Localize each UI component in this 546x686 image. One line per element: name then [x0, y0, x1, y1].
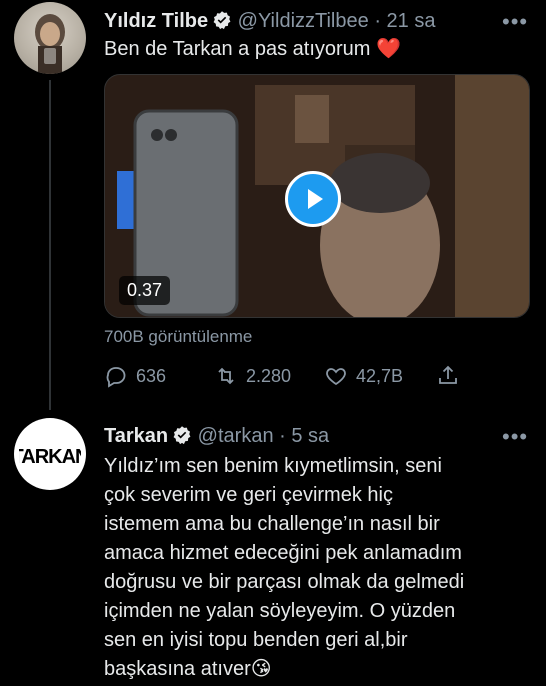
tweet-body: Ben de Tarkan a pas atıyorum — [104, 38, 371, 60]
video-duration: 0.37 — [119, 276, 171, 305]
retweet-button[interactable]: 2.280 — [214, 364, 291, 388]
avatar-tarkan[interactable]: TARKAN — [14, 418, 86, 490]
retweet-icon — [218, 367, 234, 385]
tweet-line: çok severim ve geri çevirmek hiç — [104, 484, 393, 506]
reply-button[interactable]: 636 — [104, 364, 166, 388]
share-button[interactable] — [436, 364, 460, 388]
verified-badge-icon — [213, 11, 231, 30]
heart-icon — [326, 368, 346, 386]
tweet-line: istemem ama bu challenge’ın nasıl bir — [104, 513, 440, 535]
tweet-line: doğrusu ve bir parçası olmak da gelmedi — [104, 571, 465, 593]
tweet1-header: Yıldız Tilbe @YildizzTilbee · 21 sa — [104, 9, 435, 33]
heart-emoji: ❤️ — [376, 38, 401, 60]
kiss-emoji: 😘 — [250, 658, 272, 680]
author-name[interactable]: Yıldız Tilbe — [104, 10, 208, 32]
more-options-icon[interactable]: ••• — [502, 424, 528, 450]
timestamp[interactable]: 5 sa — [291, 425, 329, 447]
more-options-icon[interactable]: ••• — [502, 9, 528, 35]
author-handle[interactable]: @tarkan — [198, 425, 274, 447]
separator-dot: · — [279, 425, 286, 447]
view-count: 700B görüntülenme — [104, 327, 253, 346]
tarkan-logo: TARKAN — [19, 446, 81, 468]
video-player[interactable]: 0.37 — [104, 74, 530, 318]
timestamp[interactable]: 21 sa — [387, 10, 436, 32]
like-button[interactable]: 42,7B — [324, 364, 403, 388]
tweet-line: başkasına atıver😘 — [104, 655, 464, 684]
tweet-line-last: başkasına atıver — [104, 658, 251, 680]
reply-icon — [106, 367, 126, 388]
tweet-line: Yıldız’ım sen benim kıymetlimsin, seni — [104, 455, 442, 477]
tweet1-text: Ben de Tarkan a pas atıyorum ❤️ — [104, 36, 401, 62]
tweet2-text: Yıldız’ım sen benim kıymetlimsin, seni ç… — [104, 452, 464, 684]
separator-dot: · — [374, 10, 381, 32]
svg-text:TARKAN: TARKAN — [19, 446, 81, 468]
avatar-yildiz-tilbe[interactable] — [14, 2, 86, 74]
tweet-line: sen en iyisi topu benden geri al,bir — [104, 629, 408, 651]
verified-badge-icon — [173, 426, 191, 445]
thread-line — [49, 80, 51, 410]
share-icon — [439, 365, 457, 384]
tweet-line: içimden ne yalan söyleyeyim. O yüzden — [104, 600, 456, 622]
reply-count: 636 — [136, 365, 167, 386]
like-count: 42,7B — [356, 365, 404, 386]
tweet2-header: Tarkan @tarkan · 5 sa — [104, 424, 329, 448]
author-handle[interactable]: @YildizzTilbee — [238, 10, 369, 32]
author-name[interactable]: Tarkan — [104, 425, 168, 447]
retweet-count: 2.280 — [246, 365, 292, 386]
tweet-line: amaca hizmet edeceğini pek anlamadım — [104, 542, 462, 564]
play-icon[interactable] — [285, 171, 341, 227]
